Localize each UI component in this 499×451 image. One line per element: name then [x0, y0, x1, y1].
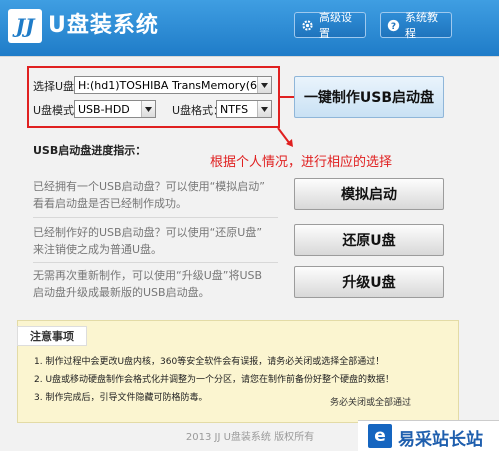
- app-title: U盘装系统: [48, 13, 159, 38]
- upgrade-usb-button[interactable]: 升级U盘: [294, 266, 444, 298]
- restore-description: 已经制作好的USB启动盘？可以使用“还原U盘” 来注销使之成为普通U盘。: [33, 224, 262, 258]
- simulate-description: 已经拥有一个USB启动盘？可以使用“模拟启动” 看看启动盘是否已经制作成功。: [33, 178, 265, 212]
- usb-format-value: NTFS: [220, 102, 249, 116]
- restore-usb-button[interactable]: 还原U盘: [294, 224, 444, 256]
- usb-select-dropdown[interactable]: H:(hd1)TOSHIBA TransMemory(6.87G: [74, 76, 272, 94]
- simulate-description-line1: 已经拥有一个USB启动盘？可以使用“模拟启动”: [33, 180, 265, 193]
- restore-description-line2: 来注销使之成为普通U盘。: [33, 243, 163, 256]
- chevron-down-icon: [257, 77, 271, 93]
- upgrade-description: 无需再次重新制作，可以使用“升级U盘”将USB 启动盘升级成最新版的USB启动盘…: [33, 267, 262, 301]
- chevron-down-icon: [257, 101, 271, 117]
- usb-mode-value: USB-HDD: [78, 102, 130, 116]
- notes-title: 注意事项: [17, 326, 87, 346]
- copyright-text: 2013 JJ U盘装系统 版权所有: [185, 432, 315, 443]
- advanced-settings-button[interactable]: 高级设置: [294, 11, 366, 40]
- watermark-logo-icon: e: [368, 424, 392, 448]
- usb-format-dropdown[interactable]: NTFS: [216, 100, 272, 118]
- divider: [33, 262, 278, 263]
- annotation-connector: [280, 96, 294, 98]
- system-tutorial-label: 系统教程: [405, 11, 438, 40]
- upgrade-description-line1: 无需再次重新制作，可以使用“升级U盘”将USB: [33, 269, 263, 282]
- restore-description-line1: 已经制作好的USB启动盘？可以使用“还原U盘”: [33, 226, 263, 239]
- svg-text:?: ?: [391, 21, 396, 31]
- upgrade-description-line2: 启动盘升级成最新版的USB启动盘。: [33, 286, 210, 299]
- note-item: 2. U盘或移动硬盘制作会格式化并调整为一个分区，请您在制作前备份好整个硬盘的数…: [34, 375, 395, 385]
- note-item: 3. 制作完成后，引导文件隐藏可防格防毒。: [34, 393, 208, 403]
- system-tutorial-button[interactable]: ? 系统教程: [380, 11, 452, 40]
- make-usb-boot-button[interactable]: 一键制作USB启动盘: [294, 76, 444, 118]
- watermark-badge: e 易采站长站: [358, 420, 499, 451]
- usb-select-value: H:(hd1)TOSHIBA TransMemory(6.87G: [78, 78, 257, 92]
- note-item: 1. 制作过程中会更改U盘内核，360等安全软件会有误报，请务必关闭或选择全部通…: [34, 357, 385, 367]
- app-logo: JJ: [8, 9, 42, 43]
- simulate-description-line2: 看看启动盘是否已经制作成功。: [33, 197, 187, 210]
- notes-stamp: 务必关闭或全部通过: [330, 398, 412, 408]
- annotation-text: 根据个人情况，进行相应的选择: [210, 155, 393, 170]
- chevron-down-icon: [141, 101, 155, 117]
- help-icon: ?: [387, 18, 400, 32]
- progress-label: USB启动盘进度指示：: [33, 144, 147, 157]
- advanced-settings-label: 高级设置: [319, 11, 352, 40]
- usb-mode-dropdown[interactable]: USB-HDD: [74, 100, 156, 118]
- annotation-arrow-icon: [277, 127, 293, 147]
- simulate-boot-button[interactable]: 模拟启动: [294, 178, 444, 210]
- gear-icon: [301, 18, 314, 32]
- watermark-text: 易采站长站: [398, 430, 483, 450]
- divider: [33, 217, 278, 218]
